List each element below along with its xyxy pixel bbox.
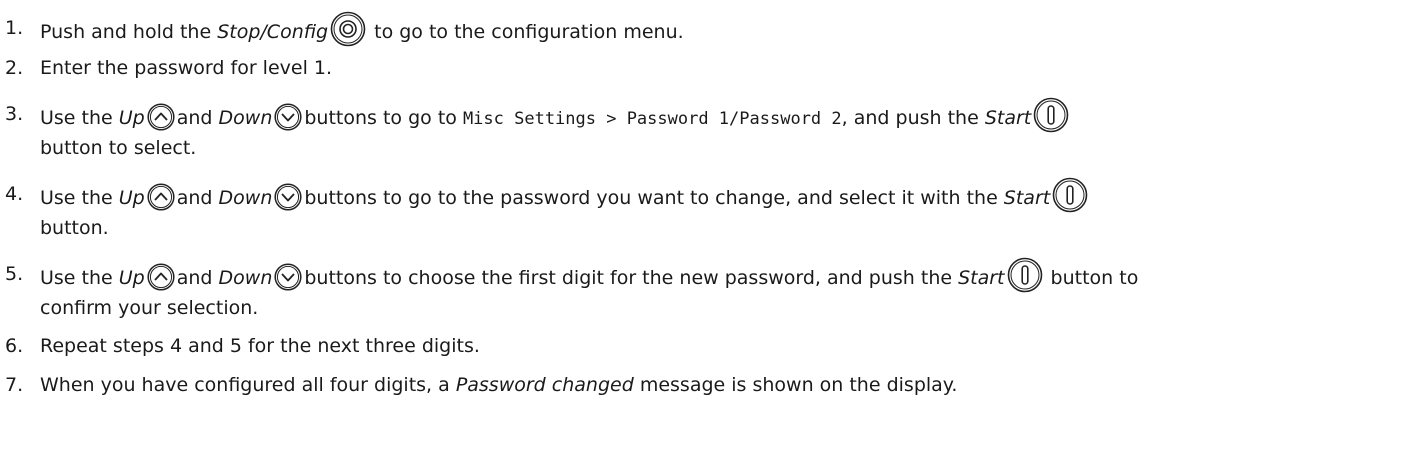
step-line: Use the Up and Down buttons to choose the …: [40, 257, 1400, 293]
emphasis-text: Down: [218, 267, 273, 289]
step-text-run: Use the: [40, 107, 119, 129]
down-arrow-icon: [274, 183, 302, 211]
step-line: Repeat steps 4 and 5 for the next three …: [40, 329, 1400, 363]
step-text-run: button to select.: [40, 137, 197, 159]
emphasis-text: Up: [118, 267, 145, 289]
step-line: Enter the password for level 1.: [40, 51, 1400, 85]
emphasis-text: Start: [984, 107, 1032, 129]
step-number: 5.: [5, 263, 24, 285]
emphasis-text: Up: [118, 187, 145, 209]
start-icon: [1033, 97, 1069, 133]
emphasis-text: Start: [1003, 187, 1051, 209]
step-number: 6.: [5, 335, 24, 357]
step-number: 3.: [5, 103, 24, 125]
menu-path: Misc Settings > Password 1/Password 2: [462, 109, 842, 129]
step-number: 2.: [5, 57, 24, 79]
step-text-run: Use the: [40, 267, 119, 289]
step-text-run: message is shown on the display.: [633, 374, 958, 396]
step-text-run: , and push the: [841, 107, 985, 129]
step-text: Use the Up and Down buttons to go to the p…: [40, 177, 1400, 245]
step-text-run: confirm your selection.: [40, 297, 259, 319]
step-line: When you have configured all four digits…: [40, 368, 1400, 402]
down-arrow-icon: [274, 263, 302, 291]
start-icon: [1007, 257, 1043, 293]
up-arrow-icon: [147, 103, 175, 131]
step-text: Repeat steps 4 and 5 for the next three …: [40, 329, 1400, 363]
step-text: Use the Up and Down buttons to choose the …: [40, 257, 1400, 325]
instruction-page: 1. Push and hold the Stop/Config to go to…: [0, 0, 1406, 475]
step-text-run: and: [176, 267, 219, 289]
up-arrow-icon: [147, 263, 175, 291]
step-text: Enter the password for level 1.: [40, 51, 1400, 85]
step-text-run: Repeat steps 4 and 5 for the next three …: [40, 335, 480, 357]
step-number: 4.: [5, 183, 24, 205]
stop-config-icon: [330, 11, 366, 47]
emphasis-text: Up: [118, 107, 145, 129]
step-text-run: and: [176, 187, 219, 209]
up-arrow-icon: [147, 183, 175, 211]
step-text-run: and: [176, 107, 219, 129]
down-arrow-icon: [274, 103, 302, 131]
step-text-run: buttons to go to the password you want t…: [304, 187, 1004, 209]
emphasis-text: Down: [218, 107, 273, 129]
step-line: Use the Up and Down buttons to go to the p…: [40, 177, 1400, 213]
emphasis-text: Start: [958, 267, 1005, 289]
step-line: Push and hold the Stop/Config to go to t…: [40, 11, 1400, 47]
step-text: When you have configured all four digits…: [40, 368, 1400, 402]
step-number: 1.: [5, 17, 24, 39]
step-text-run: Use the: [40, 187, 119, 209]
step-text-run: buttons to choose the first digit for th…: [304, 267, 959, 289]
step-text: Use the Up and Down buttons to go to Misc …: [40, 97, 1400, 165]
emphasis-text: Down: [218, 187, 273, 209]
step-line: confirm your selection.: [40, 291, 1400, 325]
step-text-run: Push and hold the: [40, 21, 218, 43]
step-number: 7.: [5, 374, 24, 396]
step-text-run: buttons to go to: [304, 107, 463, 129]
step-text-run: button.: [40, 217, 109, 239]
step-text-run: button to: [1044, 267, 1139, 289]
start-icon: [1052, 177, 1088, 213]
step-line: Use the Up and Down buttons to go to Misc …: [40, 97, 1400, 133]
step-text-run: Enter the password for level 1.: [40, 57, 333, 79]
step-text-run: to go to the configuration menu.: [368, 21, 684, 43]
emphasis-text: Stop/Config: [217, 21, 329, 43]
step-line: button to select.: [40, 131, 1400, 165]
emphasis-text: Password changed: [455, 374, 634, 396]
step-text-run: When you have configured all four digits…: [40, 374, 456, 396]
step-text: Push and hold the Stop/Config to go to t…: [40, 11, 1400, 47]
step-line: button.: [40, 211, 1400, 245]
